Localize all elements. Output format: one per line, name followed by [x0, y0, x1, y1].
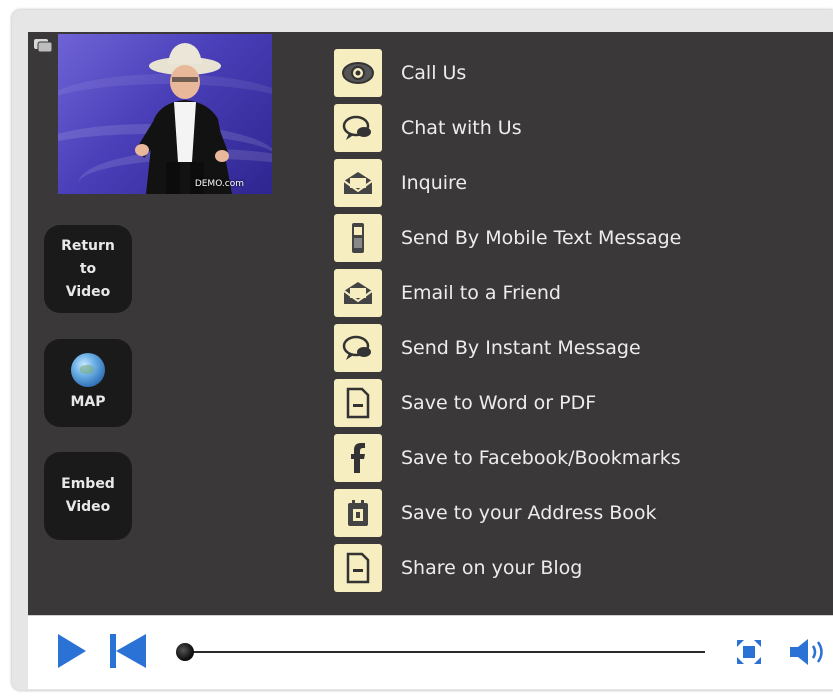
menu-item-instant-message[interactable]: Send By Instant Message [334, 323, 754, 373]
menu-item-address-book[interactable]: Save to your Address Book [334, 488, 754, 538]
skip-back-icon[interactable] [110, 634, 150, 668]
player-controls [28, 615, 833, 689]
menu-item-share-blog[interactable]: Share on your Blog [334, 543, 754, 593]
volume-icon[interactable] [788, 636, 828, 668]
document-icon [334, 379, 382, 427]
menu-item-email-friend[interactable]: Email to a Friend [334, 268, 754, 318]
document-icon [334, 544, 382, 592]
menu-item-label: Send By Mobile Text Message [401, 227, 682, 249]
address-book-icon [334, 489, 382, 537]
globe-icon [71, 352, 105, 387]
facebook-icon [334, 434, 382, 482]
envelope-icon [334, 269, 382, 317]
embed-video-button[interactable]: Embed Video [44, 452, 132, 540]
menu-item-call-us[interactable]: Call Us [334, 48, 754, 98]
embed-label-line-2: Video [65, 499, 111, 515]
video-thumbnail[interactable]: DEMO.com [58, 34, 272, 194]
mobile-phone-icon [334, 214, 382, 262]
map-label: MAP [70, 393, 106, 410]
play-icon[interactable] [58, 634, 86, 668]
menu-item-label: Email to a Friend [401, 282, 561, 304]
menu-item-label: Call Us [401, 62, 467, 84]
menu-item-inquire[interactable]: Inquire [334, 158, 754, 208]
menu-item-label: Save to Facebook/Bookmarks [401, 447, 681, 469]
map-button[interactable]: MAP [44, 339, 132, 427]
comment-icon[interactable] [33, 37, 53, 54]
menu-item-save-word-pdf[interactable]: Save to Word or PDF [334, 378, 754, 428]
menu-item-label: Save to your Address Book [401, 502, 657, 524]
eye-icon [334, 49, 382, 97]
presenter-image [135, 43, 232, 194]
return-to-video-button[interactable]: Return to Video [44, 225, 132, 313]
video-watermark: DEMO.com [194, 179, 244, 189]
envelope-icon [334, 159, 382, 207]
seek-handle[interactable] [176, 643, 194, 661]
menu-item-label: Send By Instant Message [401, 337, 641, 359]
menu-item-label: Save to Word or PDF [401, 392, 597, 414]
menu-item-label: Share on your Blog [401, 557, 583, 579]
return-label-line-2: to [79, 260, 97, 277]
return-label-line-1: Return [61, 237, 115, 254]
menu-item-label: Chat with Us [401, 117, 522, 139]
menu-item-mobile-text[interactable]: Send By Mobile Text Message [334, 213, 754, 263]
embed-label-line-1: Embed [61, 476, 115, 492]
chat-bubble-icon [334, 104, 382, 152]
menu-item-label: Inquire [401, 172, 468, 194]
fullscreen-icon[interactable] [735, 638, 763, 666]
menu-item-chat-with-us[interactable]: Chat with Us [334, 103, 754, 153]
menu-item-facebook-bookmarks[interactable]: Save to Facebook/Bookmarks [334, 433, 754, 483]
chat-bubble-icon [334, 324, 382, 372]
return-label-line-3: Video [65, 283, 111, 300]
seek-bar[interactable] [178, 651, 705, 653]
